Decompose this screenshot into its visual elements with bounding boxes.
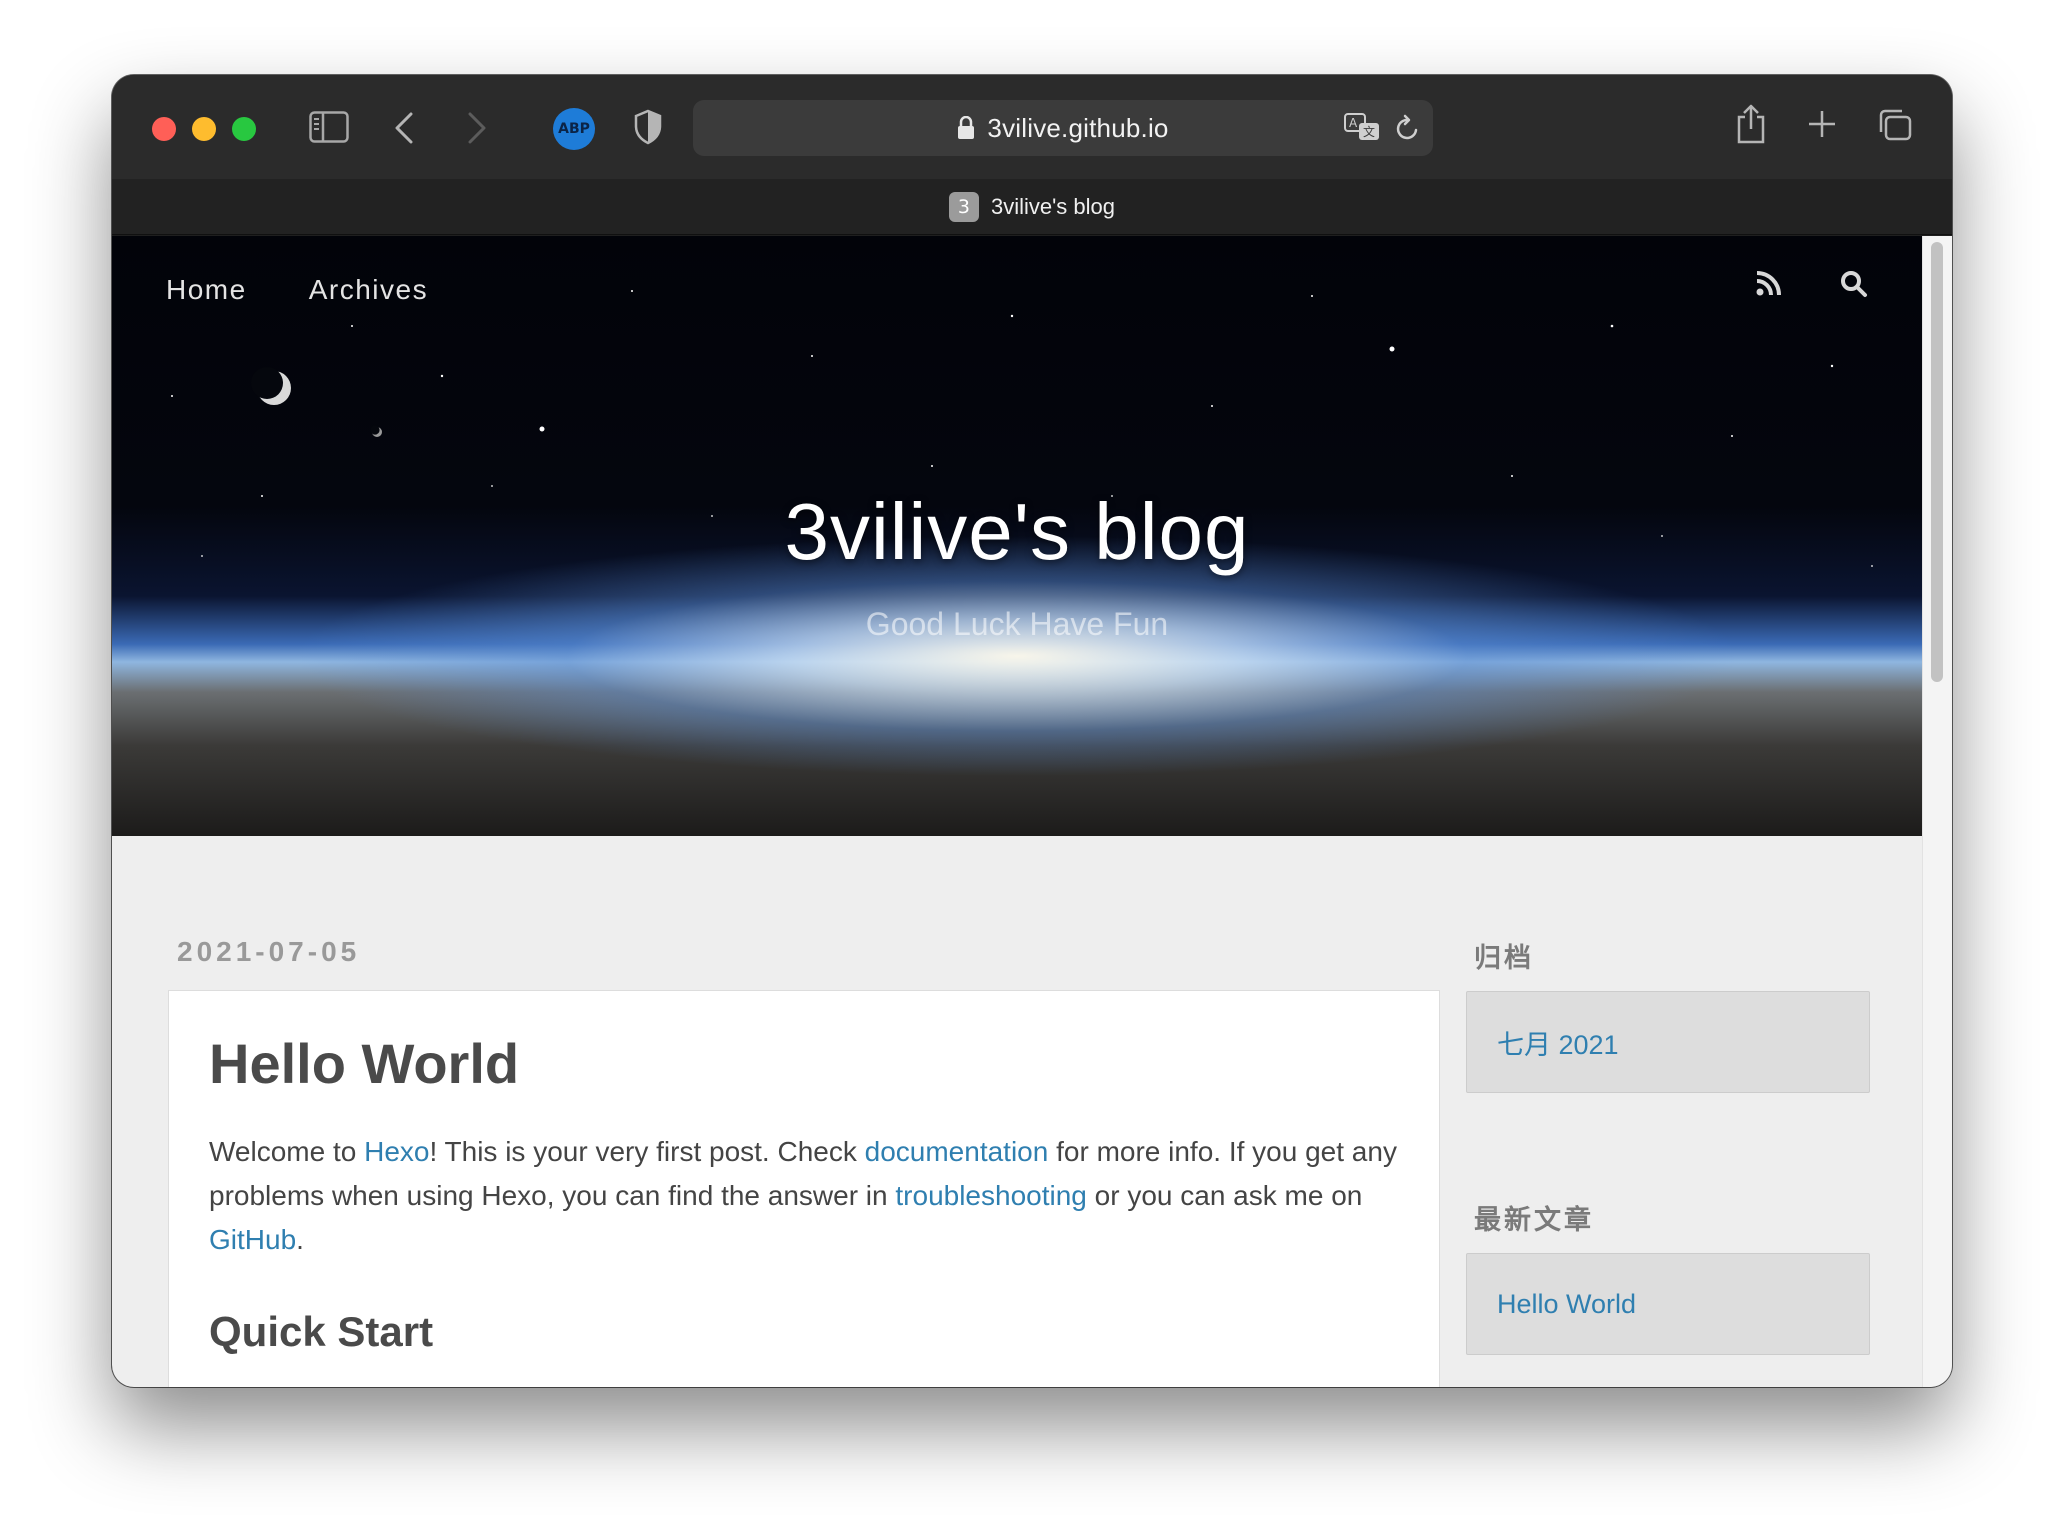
- troubleshooting-link[interactable]: troubleshooting: [895, 1180, 1086, 1211]
- shield-icon[interactable]: [633, 109, 663, 145]
- post-intro-paragraph: Welcome to Hexo! This is your very first…: [209, 1130, 1399, 1262]
- paragraph-text: .: [296, 1224, 304, 1255]
- forward-icon[interactable]: [466, 111, 488, 145]
- scrollbar-thumb[interactable]: [1931, 242, 1943, 682]
- nav-archives-link[interactable]: Archives: [309, 274, 428, 306]
- search-icon[interactable]: [1840, 270, 1868, 303]
- tab-overview-icon[interactable]: [1877, 108, 1913, 142]
- svg-text:A: A: [1349, 116, 1358, 130]
- new-tab-icon[interactable]: [1806, 108, 1838, 140]
- reload-icon[interactable]: [1395, 114, 1421, 142]
- web-viewport: Home Archives 3vilive's blog Good Luck H…: [112, 236, 1952, 1387]
- adblock-extension-icon[interactable]: ABP: [553, 108, 595, 150]
- recent-posts-widget: Hello World: [1466, 1253, 1870, 1355]
- tab-title: 3vilive's blog: [990, 193, 1116, 219]
- recent-post-link[interactable]: Hello World: [1497, 1289, 1636, 1320]
- site-title: 3vilive's blog: [784, 487, 1250, 576]
- archive-month-link[interactable]: 七月 2021: [1497, 1023, 1619, 1062]
- translate-icon[interactable]: A 文: [1343, 112, 1381, 142]
- archive-widget-title: 归档: [1474, 943, 1534, 973]
- zoom-window-button[interactable]: [232, 117, 256, 141]
- browser-window: ABP 3vilive.github.io A 文 3 3vilive's bl…: [112, 75, 1952, 1387]
- minimize-window-button[interactable]: [192, 117, 216, 141]
- nav-home-link[interactable]: Home: [166, 274, 247, 306]
- post-article: Hello World Welcome to Hexo! This is you…: [168, 990, 1440, 1387]
- site-banner: Home Archives 3vilive's blog Good Luck H…: [112, 236, 1922, 836]
- lock-icon: [957, 116, 975, 140]
- back-icon[interactable]: [393, 111, 415, 145]
- active-tab[interactable]: 3 3vilive's blog: [948, 191, 1116, 222]
- browser-toolbar: ABP 3vilive.github.io A 文: [112, 75, 1952, 179]
- documentation-link[interactable]: documentation: [865, 1136, 1049, 1167]
- share-icon[interactable]: [1735, 103, 1767, 145]
- paragraph-text: or you can ask me on: [1086, 1180, 1363, 1211]
- paragraph-text: ! This is your very first post. Check: [429, 1136, 865, 1167]
- svg-text:文: 文: [1363, 124, 1375, 139]
- nav-actions: [1756, 270, 1868, 303]
- address-bar[interactable]: 3vilive.github.io A 文: [693, 100, 1433, 156]
- rss-icon[interactable]: [1756, 270, 1782, 303]
- github-link[interactable]: GitHub: [209, 1224, 296, 1255]
- sidebar-icon[interactable]: [309, 111, 349, 143]
- url-text: 3vilive.github.io: [987, 112, 1169, 143]
- vertical-scrollbar[interactable]: [1922, 236, 1952, 1387]
- tab-favicon: 3: [948, 191, 979, 222]
- main-nav: Home Archives: [166, 274, 428, 306]
- post-date[interactable]: 2021-07-05: [177, 936, 360, 968]
- quick-start-heading: Quick Start: [209, 1308, 434, 1355]
- post-title[interactable]: Hello World: [209, 1031, 1399, 1096]
- hexo-link[interactable]: Hexo: [364, 1136, 429, 1167]
- site-subtitle: Good Luck Have Fun: [865, 606, 1169, 642]
- archive-widget: 七月 2021: [1466, 991, 1870, 1093]
- close-window-button[interactable]: [152, 117, 176, 141]
- recent-posts-widget-title: 最新文章: [1474, 1205, 1594, 1235]
- paragraph-text: Welcome to: [209, 1136, 365, 1167]
- tab-bar: 3 3vilive's blog: [112, 179, 1952, 235]
